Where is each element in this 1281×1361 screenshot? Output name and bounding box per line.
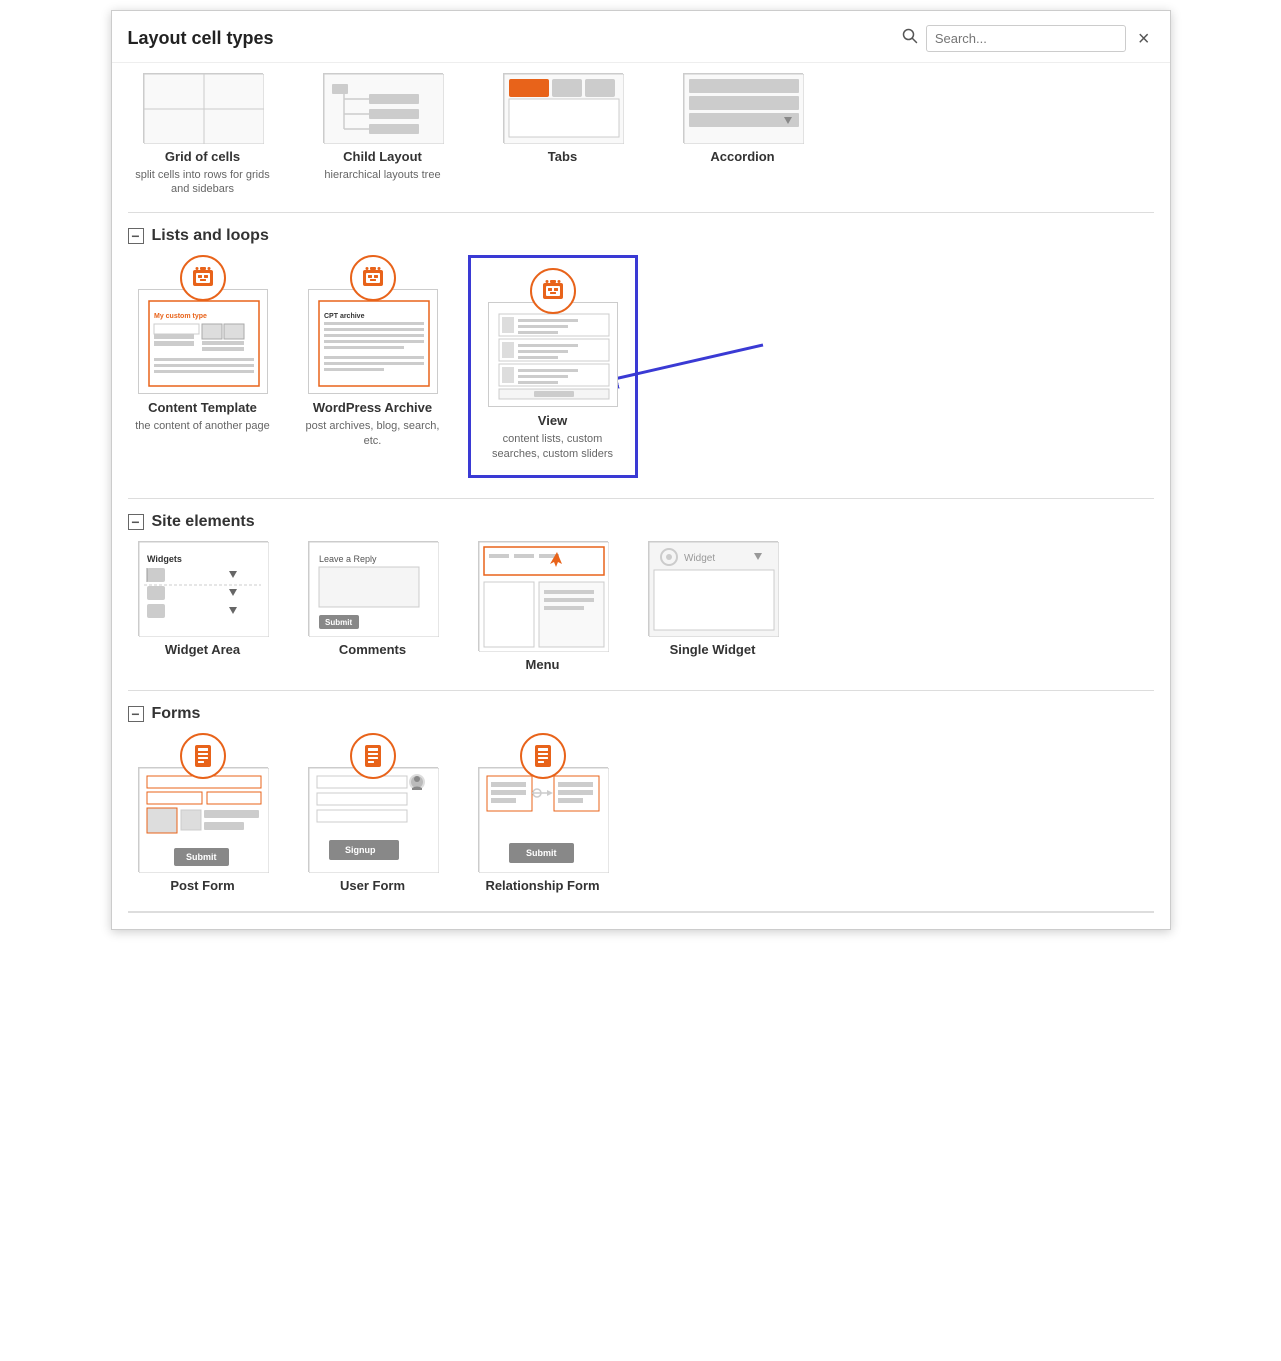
grid-cells-label: Grid of cells: [165, 149, 240, 166]
relationship-form-icon: [520, 733, 566, 779]
comments-thumb: Leave a Reply Submit: [308, 541, 438, 636]
section-site-elements-header: − Site elements: [128, 499, 1154, 541]
search-input[interactable]: [926, 25, 1126, 52]
item-accordion[interactable]: Accordion: [668, 73, 818, 196]
item-post-form[interactable]: Submit Post Form: [128, 733, 278, 895]
menu-thumb: [478, 541, 608, 651]
view-desc: content lists, custom searches, custom s…: [485, 432, 621, 461]
svg-text:Submit: Submit: [325, 618, 352, 627]
section-lists-loops-header: − Lists and loops: [128, 213, 1154, 255]
modal-body: Grid of cells split cells into rows for …: [112, 63, 1170, 929]
item-view-wrapper: View content lists, custom searches, cus…: [468, 255, 638, 477]
item-menu[interactable]: Menu: [468, 541, 618, 674]
accordion-label: Accordion: [710, 149, 774, 166]
user-form-label: User Form: [340, 878, 405, 895]
view-thumb: [488, 302, 618, 407]
post-form-thumb: Submit: [138, 767, 268, 872]
modal-header: Layout cell types ×: [112, 11, 1170, 63]
collapse-site-elements-icon[interactable]: −: [128, 514, 144, 530]
grid-thumb: [143, 73, 263, 143]
relationship-form-thumb: Submit: [478, 767, 608, 872]
item-user-form[interactable]: Signup User Form: [298, 733, 448, 895]
user-form-thumb: Signup: [308, 767, 438, 872]
widget-area-thumb: Widgets: [138, 541, 268, 636]
tabs-thumb: [503, 73, 623, 143]
widget-area-label: Widget Area: [165, 642, 240, 659]
svg-text:Widgets: Widgets: [147, 554, 182, 564]
section-lists-loops-label: Lists and loops: [152, 227, 269, 245]
item-view[interactable]: View content lists, custom searches, cus…: [468, 255, 638, 477]
view-icon: [530, 268, 576, 314]
forms-items: Submit Post Form: [128, 733, 1154, 912]
item-content-template[interactable]: My custom type C: [128, 255, 278, 477]
content-template-label: Content Template: [148, 400, 257, 417]
wordpress-archive-icon: [350, 255, 396, 301]
section-site-elements-label: Site elements: [152, 513, 255, 531]
view-label: View: [538, 413, 567, 430]
item-child-layout[interactable]: Child Layout hierarchical layouts tree: [308, 73, 458, 196]
item-relationship-form[interactable]: Submit Relationship Form: [468, 733, 618, 895]
section-forms-header: − Forms: [128, 691, 1154, 733]
svg-text:Submit: Submit: [186, 852, 217, 862]
svg-text:Signup: Signup: [345, 845, 376, 855]
collapse-forms-icon[interactable]: −: [128, 706, 144, 722]
modal-title: Layout cell types: [128, 28, 274, 49]
item-wordpress-archive[interactable]: CPT archive WordPress Archive post archi…: [298, 255, 448, 477]
content-template-desc: the content of another page: [135, 419, 270, 433]
collapse-lists-icon[interactable]: −: [128, 228, 144, 244]
bottom-divider: [128, 912, 1154, 913]
tabs-label: Tabs: [548, 149, 577, 166]
item-grid-of-cells[interactable]: Grid of cells split cells into rows for …: [128, 73, 278, 196]
close-button[interactable]: ×: [1134, 29, 1154, 49]
svg-text:CPT archive: CPT archive: [324, 313, 365, 320]
section-forms-label: Forms: [152, 705, 201, 723]
item-comments[interactable]: Leave a Reply Submit Comments: [298, 541, 448, 674]
relationship-form-label: Relationship Form: [485, 878, 599, 895]
single-widget-label: Single Widget: [670, 642, 756, 659]
item-tabs[interactable]: Tabs: [488, 73, 638, 196]
search-icon: [902, 28, 918, 49]
post-form-label: Post Form: [170, 878, 234, 895]
child-layout-thumb: [323, 73, 443, 143]
user-form-icon: [350, 733, 396, 779]
content-template-icon: [180, 255, 226, 301]
accordion-thumb: [683, 73, 803, 143]
svg-text:Widget: Widget: [684, 553, 715, 564]
item-single-widget[interactable]: Widget Single Widget: [638, 541, 788, 674]
child-layout-label: Child Layout: [343, 149, 422, 166]
comments-label: Comments: [339, 642, 406, 659]
svg-text:Submit: Submit: [526, 848, 557, 858]
wordpress-archive-label: WordPress Archive: [313, 400, 432, 417]
content-template-thumb: My custom type: [138, 289, 268, 394]
site-elements-items: Widgets Widget Area: [128, 541, 1154, 691]
wordpress-archive-desc: post archives, blog, search, etc.: [298, 419, 448, 448]
single-widget-thumb: Widget: [648, 541, 778, 636]
header-right: ×: [902, 25, 1154, 52]
lists-loops-items: My custom type C: [128, 255, 1154, 498]
svg-text:My custom type: My custom type: [154, 313, 207, 320]
wordpress-archive-thumb: CPT archive: [308, 289, 438, 394]
grid-cells-desc: split cells into rows for grids and side…: [128, 168, 278, 197]
post-form-icon: [180, 733, 226, 779]
item-widget-area[interactable]: Widgets Widget Area: [128, 541, 278, 674]
layout-cell-types-modal: Layout cell types ×: [111, 10, 1171, 930]
child-layout-desc: hierarchical layouts tree: [324, 168, 440, 182]
svg-text:Leave a Reply: Leave a Reply: [319, 554, 377, 564]
top-items-row: Grid of cells split cells into rows for …: [128, 63, 1154, 213]
menu-label: Menu: [526, 657, 560, 674]
